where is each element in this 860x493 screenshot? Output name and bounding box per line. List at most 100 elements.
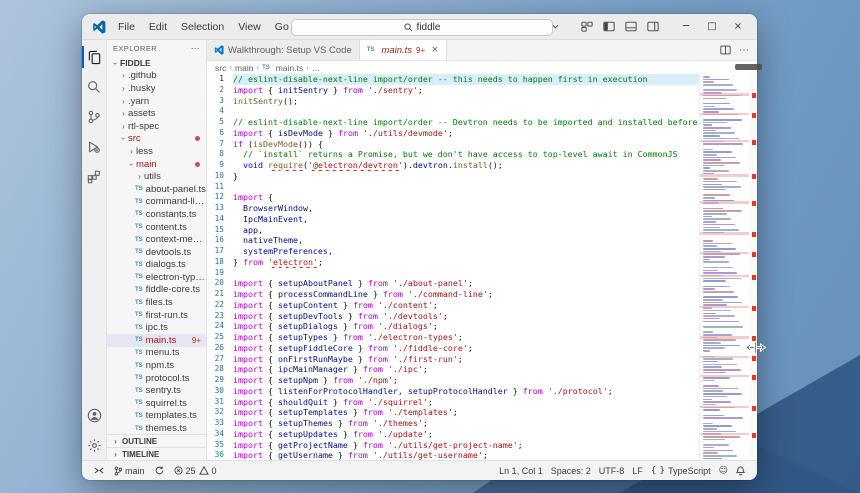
code-line-8[interactable]: 8 // `install` returns a Promise, but we… — [207, 149, 699, 160]
file-command-line.ts[interactable]: TScommand-line.ts — [107, 196, 206, 209]
language-mode[interactable]: { } TypeScript — [647, 466, 715, 476]
minimap[interactable] — [699, 74, 749, 460]
split-editor-icon[interactable] — [720, 45, 731, 55]
tab-walkthrough[interactable]: Walkthrough: Setup VS Code — [207, 40, 360, 60]
folder-less[interactable]: ›less — [107, 145, 206, 158]
toggle-secondary-sidebar-icon[interactable] — [643, 18, 663, 36]
folder-rtl-spec[interactable]: ›rtl-spec — [107, 120, 206, 133]
code-line-1[interactable]: 1// eslint-disable-next-line import/orde… — [207, 74, 699, 85]
code-line-17[interactable]: 17 systemPreferences, — [207, 246, 699, 257]
file-protocol.ts[interactable]: TSprotocol.ts — [107, 372, 206, 385]
code-line-22[interactable]: 22import { setupContent } from './conten… — [207, 300, 699, 311]
code-line-20[interactable]: 20import { setupAboutPanel } from './abo… — [207, 278, 699, 289]
more-actions-icon[interactable]: ⋯ — [191, 43, 200, 54]
notifications-bell[interactable] — [732, 466, 749, 476]
file-npm.ts[interactable]: TSnpm.ts — [107, 359, 206, 372]
code-line-14[interactable]: 14 IpcMainEvent, — [207, 214, 699, 225]
code-line-24[interactable]: 24import { setupDialogs } from './dialog… — [207, 321, 699, 332]
folder-.github[interactable]: ›.github — [107, 70, 206, 83]
menu-item-edit[interactable]: Edit — [143, 19, 173, 35]
code-line-2[interactable]: 2import { initSentry } from './sentry'; — [207, 85, 699, 96]
code-line-11[interactable]: 11 — [207, 182, 699, 193]
code-line-12[interactable]: 12import { — [207, 192, 699, 203]
file-about-panel.ts[interactable]: TSabout-panel.ts — [107, 183, 206, 196]
code-line-15[interactable]: 15 app, — [207, 225, 699, 236]
file-fiddle-core.ts[interactable]: TSfiddle-core.ts — [107, 284, 206, 297]
file-sentry.ts[interactable]: TSsentry.ts — [107, 384, 206, 397]
account-icon[interactable] — [82, 400, 107, 430]
folder-assets[interactable]: ›assets — [107, 107, 206, 120]
folder-src[interactable]: ›src — [107, 133, 206, 146]
file-main.ts[interactable]: TSmain.ts9+ — [107, 334, 206, 347]
file-content.ts[interactable]: TScontent.ts — [107, 221, 206, 234]
file-squirrel.ts[interactable]: TSsquirrel.ts — [107, 397, 206, 410]
code-line-32[interactable]: 32import { setupTemplates } from './temp… — [207, 407, 699, 418]
more-actions-icon[interactable]: ⋯ — [739, 45, 749, 56]
code-line-3[interactable]: 3initSentry(); — [207, 96, 699, 107]
toggle-sidebar-icon[interactable] — [599, 18, 619, 36]
eol-sequence[interactable]: LF — [628, 466, 647, 476]
breadcrumb-item[interactable]: main — [235, 63, 253, 73]
folder-.yarn[interactable]: ›.yarn — [107, 95, 206, 108]
folder-.husky[interactable]: ›.husky — [107, 82, 206, 95]
file-themes.ts[interactable]: TSthemes.ts — [107, 422, 206, 434]
file-first-run.ts[interactable]: TSfirst-run.ts — [107, 309, 206, 322]
file-electron-types.ts[interactable]: TSelectron-types.ts — [107, 271, 206, 284]
code-line-10[interactable]: 10} — [207, 171, 699, 182]
toggle-panel-icon[interactable] — [621, 18, 641, 36]
file-templates.ts[interactable]: TStemplates.ts — [107, 410, 206, 423]
code-line-23[interactable]: 23import { setupDevTools } from './devto… — [207, 311, 699, 322]
settings-icon[interactable] — [82, 430, 107, 460]
code-line-35[interactable]: 35import { getProjectName } from './util… — [207, 440, 699, 451]
menu-item-view[interactable]: View — [232, 19, 267, 35]
command-center-search[interactable]: fiddle — [291, 19, 553, 36]
close-tab-icon[interactable]: × — [431, 45, 439, 55]
code-line-36[interactable]: 36import { getUsername } from './utils/g… — [207, 450, 699, 460]
indentation[interactable]: Spaces: 2 — [547, 466, 595, 476]
code-line-25[interactable]: 25import { setupTypes } from './electron… — [207, 332, 699, 343]
folder-main[interactable]: ›main — [107, 158, 206, 171]
file-devtools.ts[interactable]: TSdevtools.ts — [107, 246, 206, 259]
file-dialogs.ts[interactable]: TSdialogs.ts — [107, 259, 206, 272]
feedback-smiley[interactable]: ☺ — [715, 466, 732, 476]
explorer-icon[interactable] — [82, 42, 107, 72]
file-tree[interactable]: ›FIDDLE›.github›.husky›.yarn›assets›rtl-… — [107, 57, 206, 434]
close-button[interactable]: × — [725, 18, 751, 36]
file-ipc.ts[interactable]: TSipc.ts — [107, 321, 206, 334]
breadcrumb-item[interactable]: … — [312, 63, 321, 73]
code-line-9[interactable]: 9 void require('@electron/devtron').devt… — [207, 160, 699, 171]
code-line-7[interactable]: 7if (isDevMode()) { — [207, 139, 699, 150]
timeline-section[interactable]: › TIMELINE — [107, 447, 206, 460]
menu-item-file[interactable]: File — [112, 19, 141, 35]
code-editor[interactable]: 1// eslint-disable-next-line import/orde… — [207, 74, 757, 460]
outline-section[interactable]: › OUTLINE — [107, 434, 206, 447]
code-line-26[interactable]: 26import { setupFiddleCore } from './fid… — [207, 343, 699, 354]
git-branch-status[interactable]: main — [110, 461, 149, 480]
cursor-position[interactable]: Ln 1, Col 1 — [495, 466, 547, 476]
code-line-27[interactable]: 27import { onFirstRunMaybe } from './fir… — [207, 354, 699, 365]
code-line-6[interactable]: 6import { isDevMode } from './utils/devm… — [207, 128, 699, 139]
problems-status[interactable]: 25 0 — [170, 461, 221, 480]
code-content[interactable]: 1// eslint-disable-next-line import/orde… — [207, 74, 699, 460]
code-line-34[interactable]: 34import { setupUpdates } from './update… — [207, 429, 699, 440]
code-line-28[interactable]: 28import { ipcMainManager } from './ipc'… — [207, 364, 699, 375]
file-context-menu.ts[interactable]: TScontext-menu.ts — [107, 233, 206, 246]
maximize-button[interactable]: □ — [699, 18, 725, 36]
folder-utils[interactable]: ›utils — [107, 170, 206, 183]
file-files.ts[interactable]: TSfiles.ts — [107, 296, 206, 309]
search-icon[interactable] — [82, 72, 107, 102]
run-debug-icon[interactable] — [82, 132, 107, 162]
encoding[interactable]: UTF-8 — [595, 466, 629, 476]
code-line-4[interactable]: 4 — [207, 106, 699, 117]
code-line-16[interactable]: 16 nativeTheme, — [207, 235, 699, 246]
code-line-21[interactable]: 21import { processCommandLine } from './… — [207, 289, 699, 300]
menu-item-selection[interactable]: Selection — [175, 19, 230, 35]
remote-indicator[interactable] — [90, 461, 108, 480]
code-line-5[interactable]: 5// eslint-disable-next-line import/orde… — [207, 117, 699, 128]
code-line-31[interactable]: 31import { shouldQuit } from './squirrel… — [207, 397, 699, 408]
code-line-30[interactable]: 30import { listenForProtocolHandler, set… — [207, 386, 699, 397]
tab-main-ts[interactable]: TS main.ts 9+ × — [360, 40, 447, 60]
code-line-19[interactable]: 19 — [207, 268, 699, 279]
folder-fiddle[interactable]: ›FIDDLE — [107, 57, 206, 70]
file-constants.ts[interactable]: TSconstants.ts — [107, 208, 206, 221]
